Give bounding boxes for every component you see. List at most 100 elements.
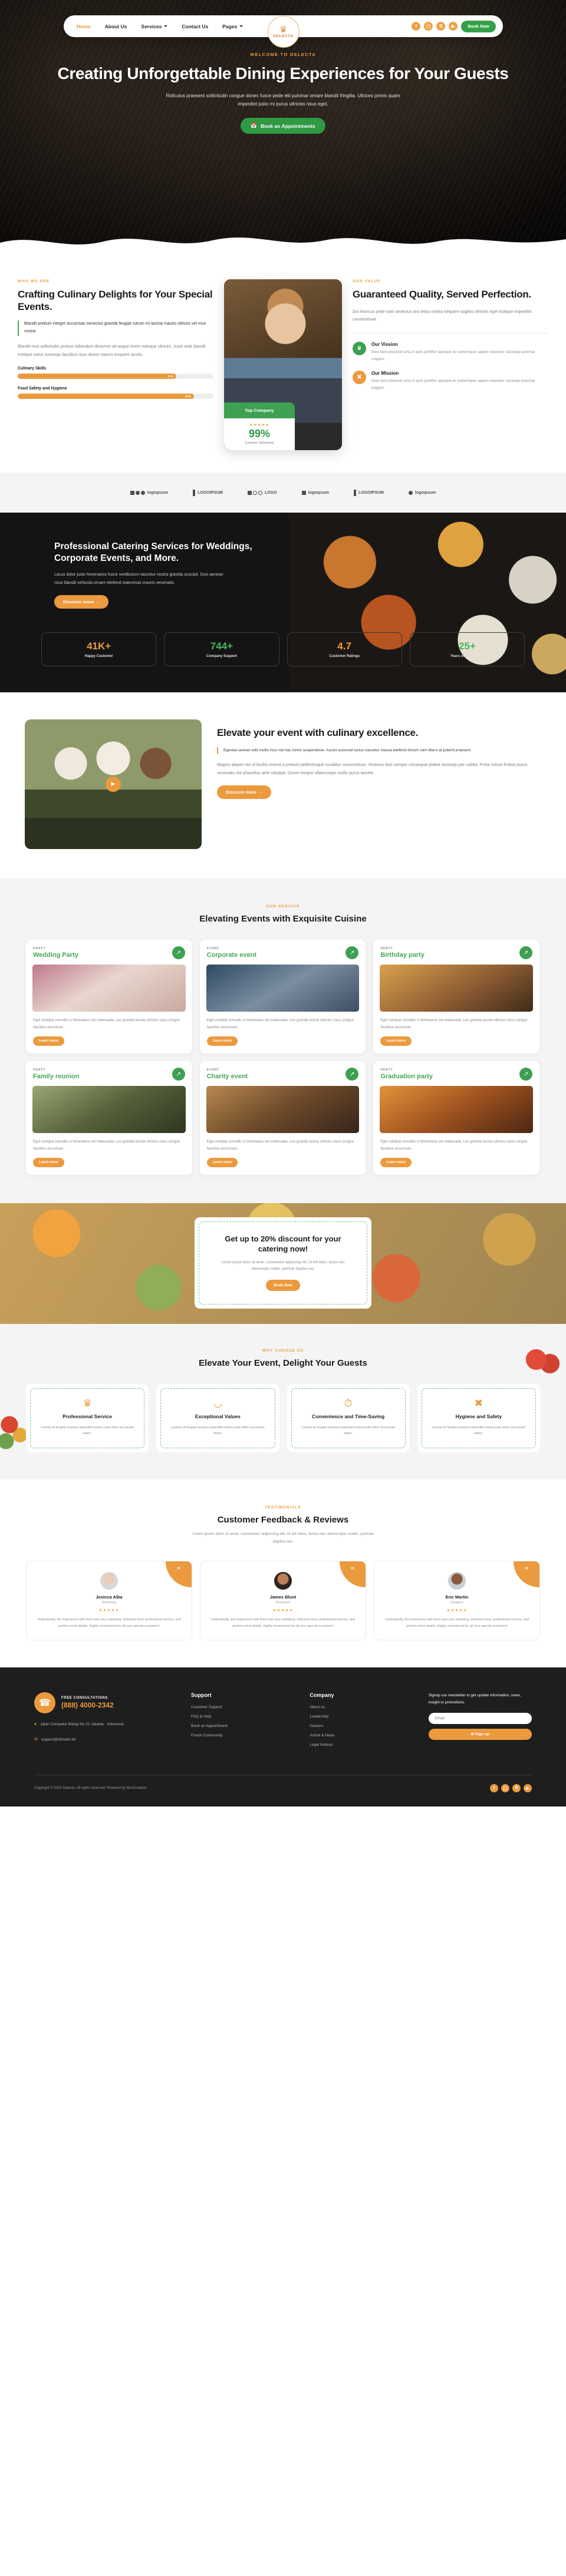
brand-logos-strip: logoipsum LOGOIPSUM LOGO logoipsum LOGOI…	[0, 473, 566, 513]
skill-label: Food Safety and Hygiene	[18, 386, 67, 391]
footer-link[interactable]: Forum Community	[191, 1733, 294, 1738]
testimonial-text: Undoubtedly, the experience with them wa…	[385, 1617, 529, 1628]
service-card[interactable]: EVENT Charity event ↗ Eget volutpat conv…	[199, 1061, 366, 1175]
discount-card-inner: Get up to 20% discount for your catering…	[199, 1221, 367, 1305]
arrow-up-right-icon[interactable]: ↗	[172, 1068, 185, 1081]
nav-item-contact-us[interactable]: Contact Us	[182, 24, 208, 29]
testimonials-lead: Lorem ipsum dolor sit amet, consectetur …	[192, 1532, 374, 1544]
footer-columns: ☎ FREE CONSULTATIONS (888) 4000-2342 ● J…	[0, 1692, 566, 1752]
newsletter-email-input[interactable]	[428, 1712, 532, 1724]
service-card[interactable]: PARTY Family reunion ↗ Eget volutpat con…	[26, 1061, 192, 1175]
twitter-icon[interactable]: 𝐒	[436, 22, 446, 31]
stat-label: Company Support	[206, 654, 237, 658]
food-dome-icon: ◡	[213, 1398, 222, 1409]
discover-more-button[interactable]: Discover more →	[54, 595, 108, 609]
arrow-up-right-icon[interactable]: ↗	[172, 946, 185, 960]
nav-item-pages[interactable]: Pages	[222, 24, 243, 29]
clock-icon: ⏱	[344, 1398, 353, 1409]
instagram-icon[interactable]: ▢	[501, 1784, 509, 1793]
service-card[interactable]: PARTY Birthday party ↗ Eget volutpat con…	[373, 940, 539, 1054]
learn-more-button[interactable]: Learn more	[206, 1157, 238, 1167]
testimonial-text: Undoubtedly, the experience with them wa…	[211, 1617, 355, 1628]
site-footer: ☎ FREE CONSULTATIONS (888) 4000-2342 ● J…	[0, 1667, 566, 1807]
play-icon[interactable]: ▶	[106, 776, 121, 792]
learn-more-button[interactable]: Learn more	[380, 1036, 412, 1046]
service-card-body: Eget volutpat convallis si himenaeos vel…	[373, 1012, 539, 1053]
service-card-body: Eget volutpat convallis si himenaeos vel…	[26, 1012, 192, 1053]
youtube-icon[interactable]: ▶	[524, 1784, 532, 1793]
footer-link[interactable]: Book an Appointment	[191, 1724, 294, 1728]
facebook-icon[interactable]: f	[412, 22, 421, 31]
service-card-header: PARTY Graduation party ↗	[373, 1061, 539, 1086]
testimonial-cards-row: ” Jesicca Alba Marketing ★★★★★ Undoubted…	[0, 1545, 566, 1641]
nav-item-services[interactable]: Services	[141, 24, 168, 29]
book-appointment-button[interactable]: 📅 Book an Appointments	[241, 118, 325, 134]
nav-item-label: Contact Us	[182, 23, 209, 29]
why-card-title: Convenience and Time-Saving	[312, 1414, 385, 1420]
why-cards-grid: ♛ Professional Service Lacinia sit feugi…	[0, 1369, 566, 1452]
testimonial-name: James Blunt	[269, 1594, 297, 1600]
twitter-icon[interactable]: 𝐒	[512, 1784, 521, 1793]
service-card-title: Graduation party	[380, 1073, 433, 1081]
brand-logo[interactable]: ♛ DELECTA	[267, 16, 300, 48]
newsletter-signup-button[interactable]: ✉ Sign up	[428, 1728, 532, 1740]
phone-number[interactable]: (888) 4000-2342	[61, 1701, 114, 1709]
footer-link[interactable]: Article & News	[310, 1733, 413, 1738]
testimonial-card: ” Eric Martin Designer ★★★★★ Undoubtedly…	[374, 1560, 540, 1641]
brand-logo-item: LOGOIPSUM	[193, 489, 223, 496]
newsletter-signup-label: Sign up	[475, 1732, 489, 1737]
nav-item-home[interactable]: Home	[77, 24, 91, 29]
service-card[interactable]: EVENT Corporate event ↗ Eget volutpat co…	[199, 940, 366, 1054]
why-choose-us-section: WHY CHOOSE US Elevate Your Event, Deligh…	[0, 1323, 566, 1479]
book-appointment-label: Book an Appointments	[260, 123, 315, 129]
book-now-button[interactable]: Book Now	[461, 20, 496, 32]
nav-item-about-us[interactable]: About Us	[105, 24, 127, 29]
learn-more-button[interactable]: Learn more	[380, 1157, 412, 1167]
footer-link[interactable]: Customer Support	[191, 1705, 294, 1709]
testimonial-card: ” Jesicca Alba Marketing ★★★★★ Undoubted…	[26, 1560, 192, 1641]
service-card-kicker: PARTY	[33, 1068, 46, 1072]
service-card[interactable]: PARTY Graduation party ↗ Eget volutpat c…	[373, 1061, 539, 1175]
consultation-label: FREE CONSULTATIONS	[61, 1696, 108, 1700]
arrow-up-right-icon[interactable]: ↗	[345, 1068, 359, 1081]
quote-icon: ”	[514, 1561, 539, 1587]
why-heading: WHY CHOOSE US Elevate Your Event, Deligh…	[0, 1349, 566, 1369]
service-card[interactable]: PARTY Wedding Party ↗ Eget volutpat conv…	[26, 940, 192, 1054]
testimonials-kicker: TESTIMONIALS	[265, 1505, 301, 1510]
arrow-up-right-icon[interactable]: ↗	[345, 946, 359, 960]
why-card-inner: ⏱ Convenience and Time-Saving Lacinia si…	[291, 1388, 406, 1448]
facebook-icon[interactable]: f	[490, 1784, 498, 1793]
about-right-column: OUR VALUE Guaranteed Quality, Served Per…	[353, 279, 548, 392]
discount-book-now-button[interactable]: Book Now	[266, 1280, 300, 1292]
service-card-image	[32, 1086, 186, 1134]
learn-more-button[interactable]: Learn more	[206, 1036, 238, 1046]
email-text[interactable]: support@domain.tld	[41, 1736, 75, 1743]
arrow-up-right-icon[interactable]: ↗	[519, 946, 532, 960]
catering-section: Professional Catering Services for Weddi…	[0, 513, 566, 692]
footer-link[interactable]: FAQ & Help	[191, 1715, 294, 1719]
stat-card: 41K+ Happy Customer	[41, 632, 157, 666]
footer-link[interactable]: About us	[310, 1705, 413, 1709]
testimonials-heading: TESTIMONIALS Customer Feedback & Reviews…	[0, 1505, 566, 1545]
footer-contact-column: ☎ FREE CONSULTATIONS (888) 4000-2342 ● J…	[34, 1692, 176, 1752]
arrow-up-right-icon[interactable]: ↗	[519, 1068, 532, 1081]
brand-logo-item: LOGOIPSUM	[354, 489, 384, 496]
footer-link[interactable]: Careers	[310, 1724, 413, 1728]
footer-link[interactable]: Leadership	[310, 1715, 413, 1719]
service-card-text: Eget volutpat convallis si himenaeos vel…	[380, 1140, 528, 1151]
learn-more-button[interactable]: Learn more	[33, 1036, 64, 1046]
vision-title: Our Vission	[371, 342, 398, 348]
chefs-video-thumbnail[interactable]: ▶	[25, 719, 202, 849]
nav-links: Home About Us Services Contact Us Pages	[77, 24, 243, 29]
learn-more-button[interactable]: Learn more	[33, 1157, 64, 1167]
elevate-discover-button[interactable]: Discover more →	[217, 785, 271, 799]
testimonials-section: TESTIMONIALS Customer Feedback & Reviews…	[0, 1479, 566, 1668]
instagram-icon[interactable]: ▢	[424, 22, 433, 31]
footer-link[interactable]: Legal Notices	[310, 1743, 413, 1747]
why-card-inner: ◡ Exceptional Values Lacinia sit feugiat…	[160, 1388, 275, 1448]
service-card-kicker: PARTY	[33, 947, 46, 951]
wave-divider	[0, 237, 566, 253]
testimonial-role: Developer	[275, 1600, 291, 1604]
youtube-icon[interactable]: ▶	[449, 22, 458, 31]
brand-name: LOGO	[264, 490, 277, 495]
